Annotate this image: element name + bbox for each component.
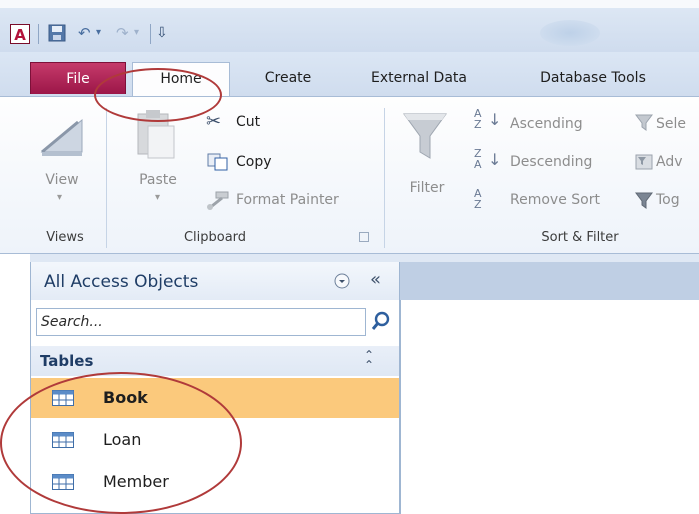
group-label-views: Views xyxy=(46,230,84,245)
remove-sort-button[interactable]: Remove Sort xyxy=(510,190,600,210)
copy-icon xyxy=(206,152,230,172)
undo-dropdown-icon[interactable]: ▾ xyxy=(96,22,101,44)
annotation-circle-home xyxy=(94,68,222,122)
remove-sort-icon: AZ xyxy=(474,187,482,211)
tab-database-tools[interactable]: Database Tools xyxy=(508,62,678,94)
ascending-button[interactable]: Ascending xyxy=(510,114,583,134)
group-label-sort-filter: Sort & Filter xyxy=(541,230,619,245)
paste-dropdown-icon[interactable]: ▾ xyxy=(155,192,160,203)
customize-qat-icon[interactable]: ⇩ xyxy=(156,22,168,44)
advanced-button[interactable]: Adv xyxy=(656,152,683,172)
descending-icon: ZA xyxy=(474,147,482,171)
toggle-filter-button[interactable]: Tog xyxy=(656,190,680,210)
search-icon[interactable] xyxy=(368,309,394,335)
redo-icon[interactable]: ↷ xyxy=(116,22,129,44)
nav-collapse-icon[interactable]: « xyxy=(370,268,381,292)
selection-button[interactable]: Sele xyxy=(656,114,686,134)
annotation-circle-tables xyxy=(0,372,242,514)
group-label-clipboard: Clipboard xyxy=(183,230,247,245)
redo-dropdown-icon[interactable]: ▾ xyxy=(134,22,139,44)
app-logo: A xyxy=(10,24,30,44)
copy-button[interactable]: Copy xyxy=(236,152,272,172)
ascending-arrow-icon: ↓ xyxy=(488,110,502,129)
qat-separator xyxy=(38,24,39,44)
ribbon-bottom-gap xyxy=(0,254,699,262)
section-collapse-icon[interactable]: ⌃ ⌃ xyxy=(362,349,376,371)
filter-button[interactable]: Filter xyxy=(404,180,450,196)
search-placeholder: Search... xyxy=(41,314,103,330)
format-painter-button[interactable]: Format Painter xyxy=(236,190,339,210)
cut-button[interactable]: Cut xyxy=(236,112,260,132)
paste-button[interactable]: Paste xyxy=(132,172,184,188)
group-separator-2 xyxy=(384,108,385,248)
undo-icon[interactable]: ↶ xyxy=(78,22,91,44)
nav-menu-dropdown-icon[interactable] xyxy=(334,273,350,289)
descending-arrow-icon: ↓ xyxy=(488,150,502,169)
view-design-icon[interactable] xyxy=(34,110,90,160)
save-icon[interactable] xyxy=(48,24,66,42)
tab-external-data[interactable]: External Data xyxy=(350,62,488,94)
descending-button[interactable]: Descending xyxy=(510,152,592,172)
tables-section-label: Tables xyxy=(40,352,94,370)
view-dropdown-icon[interactable]: ▾ xyxy=(57,192,62,203)
advanced-filter-icon xyxy=(634,152,654,172)
document-tab-strip xyxy=(400,262,699,300)
format-painter-icon xyxy=(204,190,230,210)
selection-filter-icon xyxy=(634,112,654,132)
clipboard-launcher-icon[interactable] xyxy=(359,232,369,242)
filter-icon[interactable] xyxy=(400,110,450,164)
group-separator xyxy=(106,108,107,248)
blurred-title-area xyxy=(540,20,600,46)
tab-create[interactable]: Create xyxy=(240,62,336,94)
ascending-icon: AZ xyxy=(474,107,482,131)
workspace-area xyxy=(400,300,699,514)
view-button[interactable]: View xyxy=(42,172,82,188)
cut-icon: ✂ xyxy=(206,111,222,132)
qat-separator-2 xyxy=(150,24,151,44)
nav-pane-title[interactable]: All Access Objects xyxy=(44,270,198,294)
toggle-filter-icon xyxy=(634,190,654,210)
